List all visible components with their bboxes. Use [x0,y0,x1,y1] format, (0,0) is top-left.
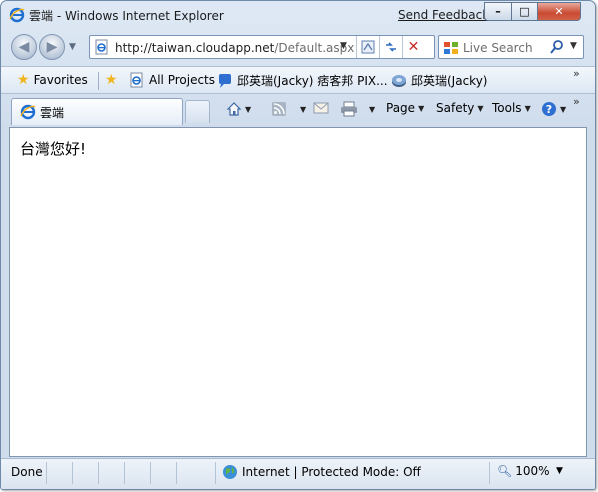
forward-button[interactable]: ▶ [39,34,65,60]
page-menu-label: Page [386,101,416,115]
refresh-icon [385,42,396,52]
favorites-label: Favorites [33,73,88,87]
address-url[interactable]: http://taiwan.cloudapp.net/Default.aspx [115,41,354,55]
favorite-item-label: 邱英瑞(Jacky) [411,74,488,88]
globe-disk-icon [392,74,406,87]
status-divider [124,462,125,484]
favorites-button[interactable]: ★ Favorites [17,72,88,88]
browser-window: 雲端 - Windows Internet Explorer Send Feed… [0,0,596,490]
favorites-overflow-chevron[interactable]: » [573,67,580,80]
status-divider [176,462,177,484]
address-url-host: http://taiwan.cloudapp.net [115,41,275,55]
caption-buttons: – □ ✕ [484,2,581,22]
minimize-button[interactable]: – [484,2,511,21]
search-input[interactable]: Live Search [463,41,533,55]
print-dropdown-icon[interactable]: ▼ [369,105,375,114]
status-divider [215,462,216,484]
page-menu[interactable]: Page ▼ [386,101,424,115]
greeting-text: 台灣您好! [20,140,87,158]
help-icon: ? [542,102,556,116]
favorite-item-pixnet[interactable]: 邱英瑞(Jacky) 痞客邦 PIX... [217,72,388,89]
security-zone[interactable]: Internet | Protected Mode: Off [222,464,421,480]
status-divider [72,462,73,484]
add-favorite-icon: ★ [105,72,118,88]
search-dropdown-icon[interactable]: ▼ [570,41,577,51]
tab-active[interactable]: 雲端 [11,98,183,125]
back-button[interactable]: ◀ [11,34,37,60]
star-icon: ★ [17,72,30,88]
favorite-item-label: All Projects [149,73,215,87]
rss-feed-icon [272,102,286,116]
speech-bubble-icon [219,73,231,88]
windows-live-logo-icon [444,42,458,54]
status-divider [489,462,490,484]
svg-text:?: ? [546,103,552,116]
command-bar-overflow-chevron[interactable]: » [573,95,580,108]
status-divider [98,462,99,484]
favorites-bar: ★ Favorites ★ All Projects 邱英瑞(Jacky) 痞客… [1,66,595,94]
feeds-dropdown-icon[interactable]: ▼ [300,105,306,114]
mail-icon [313,102,329,114]
stop-icon: ✕ [407,39,420,55]
safety-dropdown-icon: ▼ [477,103,484,113]
refresh-button[interactable] [379,36,401,58]
zoom-level[interactable]: 🔍︎ 100% [497,464,550,478]
status-divider [46,462,47,484]
window-title: 雲端 - Windows Internet Explorer [29,9,224,23]
favorite-item-jacky[interactable]: 邱英瑞(Jacky) [391,72,487,89]
ie-page-icon [130,72,143,88]
compatibility-view-button[interactable] [356,36,378,58]
security-zone-label: Internet | Protected Mode: Off [242,465,421,479]
status-text: Done [11,465,43,479]
globe-icon [223,465,237,479]
tools-menu[interactable]: Tools ▼ [492,101,531,115]
favorite-item-all-projects[interactable]: All Projects [129,72,215,88]
feeds-button[interactable]: ▼ [271,101,306,117]
ie-logo-icon [20,104,36,120]
tab-row: 雲端 ▼ ▼ ▼ Page ▼ Safety ▼ Tools ▼ ? ▼ » [1,95,595,125]
close-button[interactable]: ✕ [537,2,581,21]
new-tab-button[interactable] [185,100,210,123]
add-to-favorites-bar-button[interactable]: ★ [105,72,118,88]
status-bar: Done Internet | Protected Mode: Off 🔍︎ 1… [1,458,595,489]
printer-icon [341,101,357,117]
search-icon[interactable] [549,39,565,55]
ie-page-icon [95,39,108,55]
status-divider [150,462,151,484]
maximize-button[interactable]: □ [511,2,537,21]
compatibility-icon [361,40,374,54]
recent-pages-dropdown-icon[interactable]: ▼ [69,42,76,52]
title-bar[interactable]: 雲端 - Windows Internet Explorer Send Feed… [1,1,595,29]
help-button[interactable]: ? ▼ [541,101,566,117]
tools-dropdown-icon: ▼ [524,103,531,113]
address-dropdown-icon[interactable]: ▼ [340,41,347,51]
tab-label: 雲端 [40,105,65,120]
read-mail-button[interactable] [313,101,329,115]
favorites-separator [98,72,99,90]
ie-logo-icon [9,7,25,23]
home-icon [226,102,242,116]
zoom-dropdown-icon[interactable]: ▼ [556,466,563,476]
favorite-item-label: 邱英瑞(Jacky) 痞客邦 PIX... [237,74,388,88]
page-dropdown-icon: ▼ [418,103,425,113]
tools-menu-label: Tools [492,101,522,115]
navigation-bar: ◀ ▶ ▼ http://taiwan.cloudapp.net/Default… [1,32,595,62]
print-button[interactable]: ▼ [340,101,375,117]
zoom-value: 100% [515,464,550,478]
address-bar[interactable]: http://taiwan.cloudapp.net/Default.aspx … [89,35,435,59]
stop-button[interactable]: ✕ [402,36,424,58]
help-dropdown-icon: ▼ [560,104,567,114]
send-feedback-link[interactable]: Send Feedback [398,8,489,22]
safety-menu-label: Safety [436,101,475,115]
safety-menu[interactable]: Safety ▼ [436,101,484,115]
home-dropdown-icon[interactable]: ▼ [245,105,251,114]
search-box[interactable]: Live Search ▼ [438,35,584,59]
magnifier-icon: 🔍︎ [497,464,513,478]
home-button[interactable]: ▼ [226,101,251,117]
page-content: 台灣您好! [9,127,587,457]
